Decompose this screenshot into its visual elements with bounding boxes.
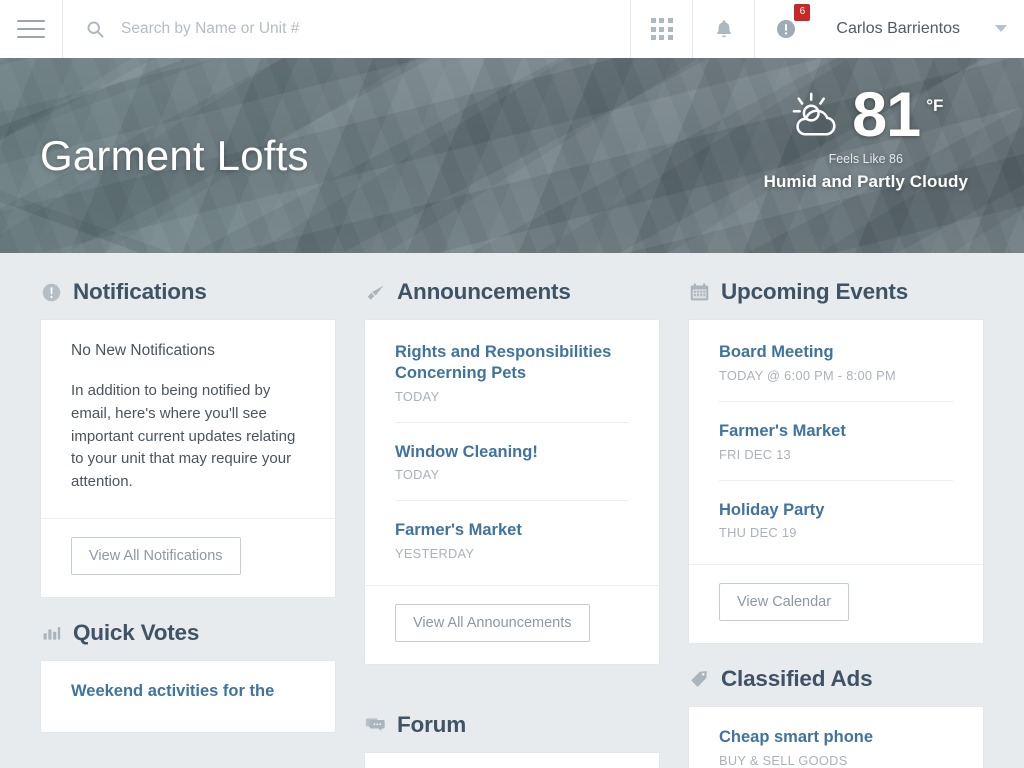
weather-feels-like: Feels Like 86 xyxy=(828,151,903,166)
announcement-meta: TODAY xyxy=(395,388,440,404)
notifications-card: No New Notifications In addition to bein… xyxy=(40,319,336,598)
announcements-section-header: Announcements xyxy=(364,279,660,305)
event-link[interactable]: Board Meeting xyxy=(719,342,953,363)
view-all-notifications-button[interactable]: View All Notifications xyxy=(71,536,241,575)
quick-votes-section-header: Quick Votes xyxy=(40,620,336,646)
notifications-empty-title: No New Notifications xyxy=(71,342,215,359)
weather-condition: Humid and Partly Cloudy xyxy=(763,171,968,191)
property-name: Garment Lofts xyxy=(40,131,309,179)
grid-apps-icon xyxy=(650,18,673,40)
forum-title: Forum xyxy=(397,712,466,738)
event-link[interactable]: Farmer's Market xyxy=(719,421,953,442)
table-row[interactable]: Holiday Party THU DEC 19 xyxy=(719,479,953,559)
list-item[interactable]: Farmer's Market YESTERDAY xyxy=(395,500,629,579)
notifications-bell-button[interactable] xyxy=(692,0,754,58)
classified-ads-section-header: Classified Ads xyxy=(688,666,984,692)
classified-ad-meta: BUY & SELL GOODS xyxy=(719,753,848,768)
events-title: Upcoming Events xyxy=(721,279,909,304)
classified-ad-link[interactable]: Cheap smart phone xyxy=(719,727,953,748)
events-section-header: Upcoming Events xyxy=(688,279,984,305)
announcements-title: Announcements xyxy=(397,279,571,304)
forum-card xyxy=(364,752,660,768)
table-row[interactable]: Farmer's Market FRI DEC 13 xyxy=(719,400,953,480)
weather-unit: °F xyxy=(926,96,944,115)
calendar-icon xyxy=(688,282,710,303)
announcement-link[interactable]: Window Cleaning! xyxy=(395,442,629,463)
sun-behind-cloud-icon xyxy=(792,92,836,136)
list-item[interactable]: Rights and Responsibilities Concerning P… xyxy=(395,342,629,422)
forum-section-header: Forum xyxy=(364,712,660,738)
chevron-down-icon xyxy=(995,25,1007,32)
dashboard-column-right: Upcoming Events Board Meeting TODAY @ 6:… xyxy=(688,279,984,768)
notifications-title: Notifications xyxy=(73,279,207,304)
announcements-card: Rights and Responsibilities Concerning P… xyxy=(364,319,660,666)
table-row[interactable]: Board Meeting TODAY @ 6:00 PM - 8:00 PM xyxy=(719,342,953,401)
classified-ads-card: Cheap smart phone BUY & SELL GOODS xyxy=(688,706,984,768)
weather-widget: 81 °F Feels Like 86 Humid and Partly Clo… xyxy=(763,80,968,192)
notifications-empty-body: In addition to being notified by email, … xyxy=(71,382,296,491)
quick-votes-title: Quick Votes xyxy=(73,619,200,645)
hamburger-menu-icon xyxy=(17,14,45,44)
upcoming-events-card: Board Meeting TODAY @ 6:00 PM - 8:00 PM … xyxy=(688,319,984,645)
alerts-count-badge: 6 xyxy=(794,4,811,21)
chat-bubbles-icon xyxy=(364,715,386,735)
megaphone-icon xyxy=(364,282,386,303)
top-navigation-bar: 6 Carlos Barrientos xyxy=(0,0,1024,58)
search-bar[interactable] xyxy=(62,0,631,58)
announcement-link[interactable]: Farmer's Market xyxy=(395,520,629,541)
event-meta: TODAY @ 6:00 PM - 8:00 PM xyxy=(719,367,896,383)
user-name-label: Carlos Barrientos xyxy=(836,20,960,37)
weather-temperature: 81 xyxy=(852,80,921,150)
event-meta: THU DEC 19 xyxy=(719,525,797,541)
user-menu-toggle[interactable] xyxy=(978,0,1024,58)
view-all-announcements-button[interactable]: View All Announcements xyxy=(395,604,590,643)
hamburger-menu-button[interactable] xyxy=(0,0,62,58)
user-menu[interactable]: Carlos Barrientos xyxy=(816,0,978,58)
dashboard-column-left: Notifications No New Notifications In ad… xyxy=(40,279,336,733)
announcement-meta: TODAY xyxy=(395,467,440,483)
dashboard-column-center: Announcements Rights and Responsibilitie… xyxy=(364,279,660,768)
bar-chart-icon xyxy=(40,623,62,642)
search-input[interactable] xyxy=(121,20,631,38)
quick-votes-card: Weekend activities for the xyxy=(40,659,336,733)
exclamation-circle-icon xyxy=(40,282,62,303)
property-hero-banner: Garment Lofts 81 °F Feels Like 86 Humid … xyxy=(0,58,1024,253)
classified-ads-title: Classified Ads xyxy=(721,666,873,692)
list-item[interactable]: Window Cleaning! TODAY xyxy=(395,421,629,501)
announcement-meta: YESTERDAY xyxy=(395,546,475,562)
event-link[interactable]: Holiday Party xyxy=(719,500,953,521)
quick-vote-item-link[interactable]: Weekend activities for the xyxy=(71,681,305,702)
apps-grid-button[interactable] xyxy=(630,0,692,58)
notifications-section-header: Notifications xyxy=(40,279,336,305)
tag-icon xyxy=(688,669,710,689)
view-calendar-button[interactable]: View Calendar xyxy=(719,583,850,622)
announcement-link[interactable]: Rights and Responsibilities Concerning P… xyxy=(395,342,629,384)
bell-icon xyxy=(716,20,731,38)
event-meta: FRI DEC 13 xyxy=(719,446,791,462)
search-icon xyxy=(85,19,105,39)
alerts-button[interactable]: 6 xyxy=(754,0,816,58)
dashboard-grid: Notifications No New Notifications In ad… xyxy=(0,253,1024,768)
